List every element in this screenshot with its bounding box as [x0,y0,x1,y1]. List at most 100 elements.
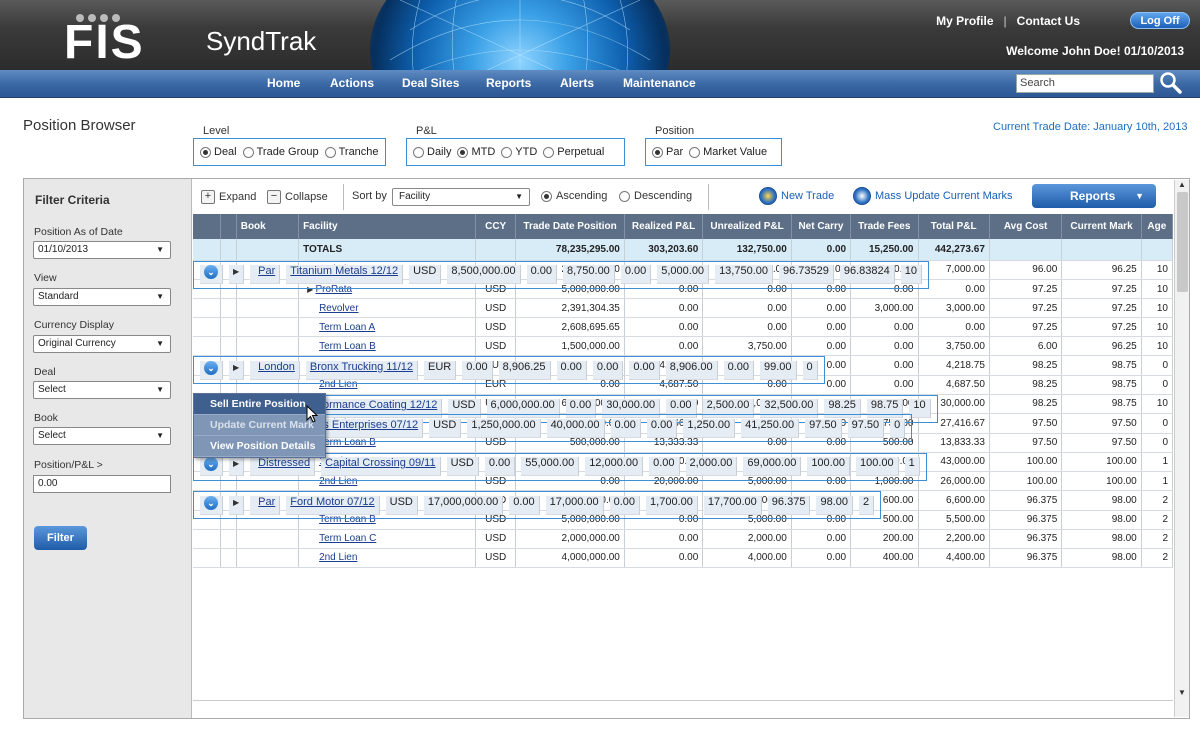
pnl-radio-group: Daily MTD YTD Perpetual [406,138,625,166]
vertical-scrollbar[interactable]: ▲ ▼ [1174,180,1189,717]
trade-date-position-cell: 2,391,304.35 [515,298,625,318]
position-group-row[interactable]: ⌄ ▶ London Bronx Trucking 11/12 EUR 0.00 8,906… [193,356,825,384]
trade-fees-cell: 5,000.00 [657,265,710,284]
level-deal-radio[interactable]: Deal [200,146,237,158]
table-row[interactable]: Revolver USD 2,391,304.35 0.00 0.00 0.00 3,000… [193,298,1174,318]
total-pnl-cell: 3,000.00 [918,298,990,318]
as-of-date-select[interactable]: 01/10/2013 [33,241,171,259]
facility-link[interactable]: Titanium Metals 12/12 [290,265,398,277]
contact-us-link[interactable]: Contact Us [1017,14,1080,28]
book-cell: London [250,360,300,380]
header-avg-cost[interactable]: Avg Cost [989,214,1063,239]
nav-actions[interactable]: Actions [330,76,374,90]
reports-button[interactable]: Reports ▼ [1032,184,1156,208]
ascending-radio[interactable]: Ascending [541,190,607,202]
pnl-mtd-radio[interactable]: MTD [457,146,495,158]
expand-button[interactable]: + Expand [201,190,256,204]
row-menu-icon[interactable]: ⌄ [204,495,218,510]
position-market-value-radio[interactable]: Market Value [689,146,767,158]
header-facility[interactable]: Facility [298,214,477,239]
new-trade-button[interactable]: New Trade [759,187,834,205]
header-book[interactable]: Book [236,214,300,239]
menu-view-position-details[interactable]: View Position Details [194,436,325,457]
header-age[interactable]: Age [1141,214,1174,239]
nav-maintenance[interactable]: Maintenance [623,76,696,90]
positions-table: Book Facility CCY Trade Date Position Re… [193,214,1174,568]
book-select[interactable]: Select [33,427,171,445]
header-trade-fees[interactable]: Trade Fees [850,214,919,239]
header-unrealized-pnl[interactable]: Unrealized P&L [702,214,792,239]
avg-cost-cell: 98.25 [989,356,1063,376]
nav-reports[interactable]: Reports [486,76,531,90]
view-select[interactable]: Standard [33,288,171,306]
filter-button[interactable]: Filter [34,526,87,550]
book-link[interactable]: Par [258,496,275,508]
totals-row: TOTALS 78,235,295.00 303,203.60 132,750.… [193,239,1174,261]
search-icon[interactable] [1158,70,1184,96]
table-row[interactable]: Term Loan B USD 1,500,000.00 0.00 3,750.00 0.… [193,336,1174,356]
header-realized-pnl[interactable]: Realized P&L [624,214,704,239]
sort-select[interactable]: Facility [392,188,530,206]
deal-select[interactable]: Select [33,381,171,399]
row-menu-icon[interactable]: ⌄ [204,265,218,279]
book-link[interactable]: London [258,361,295,373]
descending-radio[interactable]: Descending [619,190,692,202]
facility-link[interactable]: Term Loan B [319,341,376,352]
expand-row-icon[interactable]: ▶ [233,498,239,507]
position-pnl-input[interactable]: 0.00 [33,475,171,493]
level-tranche-radio[interactable]: Tranche [324,146,379,158]
collapse-button[interactable]: − Collapse [267,190,328,204]
page-title: Position Browser [23,117,136,134]
scroll-up-icon[interactable]: ▲ [1178,180,1186,189]
table-row[interactable]: Term Loan C USD 2,000,000.00 0.00 2,000.00 0.… [193,529,1174,549]
book-cell [236,336,300,356]
header-current-mark[interactable]: Current Mark [1061,214,1142,239]
header-total-pnl[interactable]: Total P&L [918,214,990,239]
current-mark-cell: 100.00 [855,457,899,476]
table-row[interactable]: 2nd Lien USD 4,000,000.00 0.00 4,000.00 0.00 4… [193,548,1174,568]
position-group-row[interactable]: ⌄ ▶ Par Titanium Metals 12/12 USD 8,500,000.0… [193,260,930,289]
facility-link[interactable]: Revolver [319,303,358,314]
table-row[interactable]: Term Loan A USD 2,608,695.65 0.00 0.00 0.00 0.… [193,317,1174,337]
expand-row-icon[interactable]: ▶ [233,267,239,276]
expand-row-icon[interactable]: ▶ [233,459,239,468]
avg-cost-cell: 0.00 [723,360,755,380]
pnl-ytd-radio[interactable]: YTD [501,146,537,158]
level-trade-group-radio[interactable]: Trade Group [242,146,319,158]
facility-link[interactable]: Ford Motor 07/12 [290,496,374,508]
header-ccy[interactable]: CCY [475,214,517,239]
scroll-down-icon[interactable]: ▼ [1178,688,1186,697]
trade-date-position-cell: 2,000,000.00 [515,529,625,549]
row-menu-icon[interactable]: ⌄ [204,360,218,375]
position-group-row[interactable]: ⌄ ▶ Par Ford Motor 07/12 USD 17,000,000.00 0.0… [193,491,882,519]
currency-select[interactable]: Original Currency [33,335,171,353]
scrollbar-thumb[interactable] [1177,192,1188,292]
my-profile-link[interactable]: My Profile [936,14,993,28]
realized-pnl-cell: 0.00 [624,548,704,568]
current-mark-cell: 100.00 [1061,471,1142,491]
log-off-button[interactable]: Log Off [1130,12,1190,29]
row-menu-icon[interactable]: ⌄ [204,457,218,471]
pnl-perpetual-radio[interactable]: Perpetual [543,146,604,158]
nav-home[interactable]: Home [267,76,300,90]
facility-link[interactable]: Bronx Trucking 11/12 [310,361,413,373]
header-trade-date-position[interactable]: Trade Date Position [515,214,625,239]
position-par-radio[interactable]: Par [652,146,683,158]
age-cell: 1 [1141,471,1174,491]
pnl-daily-radio[interactable]: Daily [413,146,451,158]
expand-row-icon[interactable]: ▶ [233,363,239,372]
book-link[interactable]: Distressed [258,457,310,469]
net-carry-cell: 0.00 [646,418,678,438]
facility-link[interactable]: 2nd Lien [319,552,357,563]
facility-link[interactable]: Term Loan A [319,322,375,333]
age-cell: 10 [1141,260,1174,280]
facility-link[interactable]: Capital Crossing 09/11 [325,457,435,469]
book-link[interactable]: Par [258,265,275,277]
search-input[interactable]: Search [1016,74,1154,93]
header-net-carry[interactable]: Net Carry [791,214,852,239]
facility-link[interactable]: Term Loan C [319,533,376,544]
nav-alerts[interactable]: Alerts [560,76,594,90]
mass-update-button[interactable]: Mass Update Current Marks [853,187,1013,205]
nav-deal-sites[interactable]: Deal Sites [402,76,459,90]
total-trade-fees: 15,250.00 [850,239,919,261]
